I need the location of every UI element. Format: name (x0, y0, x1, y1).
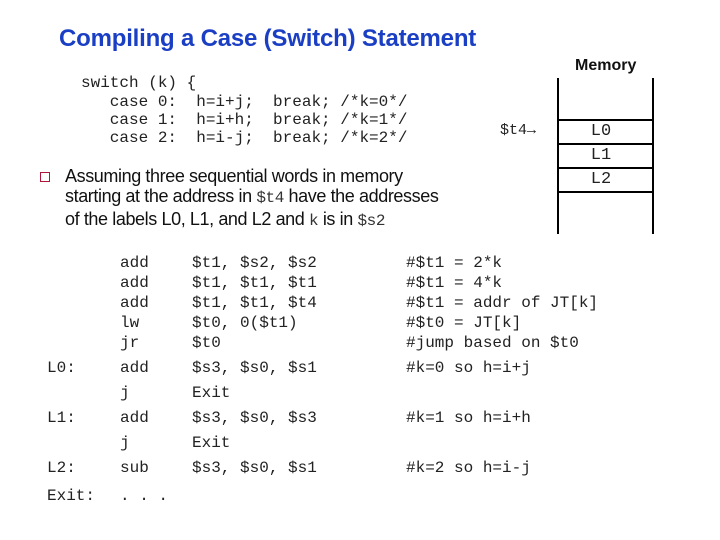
memory-cell-l2: L2 (590, 170, 612, 189)
inline-code: $s2 (357, 212, 386, 230)
asm-opcode: add (120, 359, 149, 377)
asm-opcode: j (120, 434, 130, 452)
switch-line-2: case 1: h=i+h; break; /*k=1*/ (81, 111, 408, 129)
bullet-text: of the labels L0, L1, and L2 and (65, 209, 310, 229)
square-bullet-icon (40, 172, 50, 182)
asm-opcode: sub (120, 459, 149, 477)
asm-operands: $t1, $s2, $s2 (192, 254, 317, 272)
asm-comment: #jump based on $t0 (406, 334, 579, 352)
asm-comment: #$t0 = JT[k] (406, 314, 522, 332)
memory-right-border (652, 78, 654, 234)
switch-line-1: case 0: h=i+j; break; /*k=0*/ (81, 93, 408, 111)
asm-opcode: . . . (120, 487, 169, 505)
asm-comment: #$t1 = 2*k (406, 254, 503, 272)
asm-operands: Exit (192, 384, 231, 402)
t4-pointer: $t4→ (500, 121, 536, 140)
bullet-line-2: starting at the address in $t4 have the … (65, 186, 439, 208)
asm-opcode: jr (120, 334, 140, 352)
bullet-text: is in (318, 209, 358, 229)
asm-comment: #k=1 so h=i+h (406, 409, 531, 427)
asm-operands: $t0 (192, 334, 221, 352)
memory-divider (557, 191, 654, 193)
asm-operands: $t1, $t1, $t4 (192, 294, 317, 312)
asm-opcode: add (120, 274, 149, 292)
asm-operands: $t0, 0($t1) (192, 314, 298, 332)
asm-comment: #k=0 so h=i+j (406, 359, 531, 377)
asm-label: L1: (47, 409, 76, 427)
switch-line-3: case 2: h=i-j; break; /*k=2*/ (81, 129, 408, 147)
switch-line-0: switch (k) { (81, 74, 197, 92)
memory-divider (557, 119, 654, 121)
asm-comment: #$t1 = 4*k (406, 274, 503, 292)
memory-divider (557, 143, 654, 145)
asm-operands: $s3, $s0, $s3 (192, 409, 317, 427)
memory-left-border (557, 78, 559, 234)
right-arrow-icon: → (527, 122, 537, 139)
memory-title: Memory (575, 57, 637, 74)
asm-opcode: lw (120, 314, 140, 332)
inline-code: $t4 (256, 189, 284, 207)
t4-pointer-label: $t4 (500, 122, 528, 139)
asm-operands: Exit (192, 434, 231, 452)
slide-title: Compiling a Case (Switch) Statement (59, 25, 477, 52)
memory-divider (557, 167, 654, 169)
bullet-line-1: Assuming three sequential words in memor… (65, 166, 403, 186)
asm-label: L0: (47, 359, 76, 377)
asm-label: Exit: (47, 487, 96, 505)
asm-opcode: add (120, 294, 149, 312)
memory-cell-l1: L1 (590, 146, 612, 165)
asm-label: L2: (47, 459, 76, 477)
asm-comment: #k=2 so h=i-j (406, 459, 531, 477)
bullet-text: starting at the address in (65, 186, 257, 206)
asm-opcode: j (120, 384, 130, 402)
asm-operands: $s3, $s0, $s1 (192, 459, 317, 477)
memory-cell-l0: L0 (590, 122, 612, 141)
asm-operands: $t1, $t1, $t1 (192, 274, 317, 292)
asm-operands: $s3, $s0, $s1 (192, 359, 317, 377)
asm-opcode: add (120, 409, 149, 427)
asm-opcode: add (120, 254, 149, 272)
bullet-line-3: of the labels L0, L1, and L2 and k is in… (65, 209, 385, 231)
bullet-text: have the addresses (283, 186, 439, 206)
asm-comment: #$t1 = addr of JT[k] (406, 294, 599, 312)
inline-code: k (309, 212, 319, 230)
